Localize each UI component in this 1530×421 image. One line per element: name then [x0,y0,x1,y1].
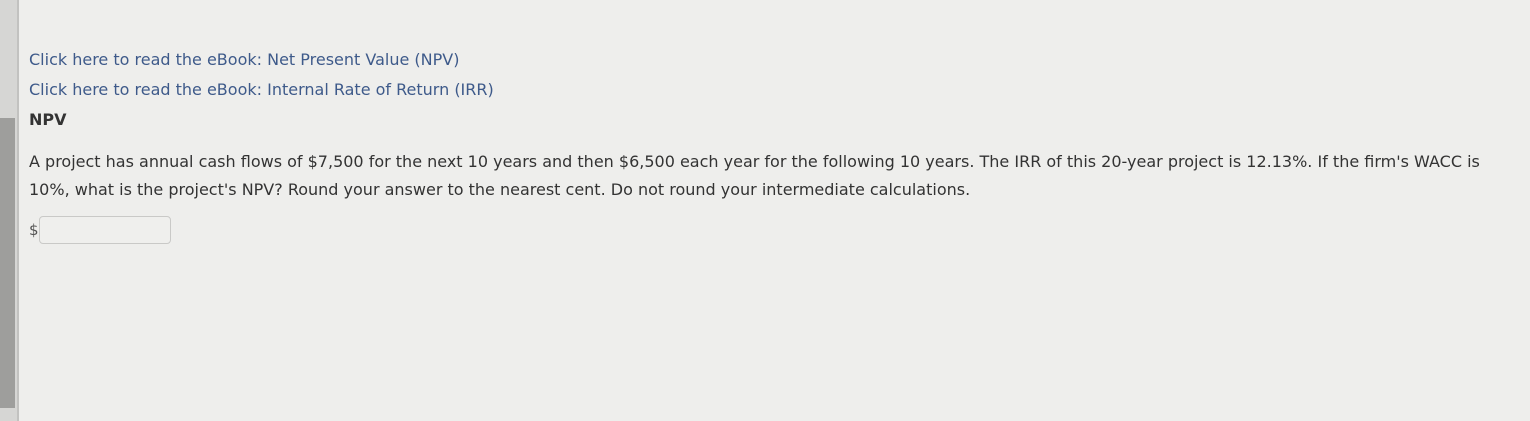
ebook-link-irr[interactable]: Click here to read the eBook: Internal R… [29,80,1524,110]
ebook-link-npv[interactable]: Click here to read the eBook: Net Presen… [29,50,1524,80]
left-rail [0,0,19,421]
question-text: A project has annual cash flows of $7,50… [29,152,1480,199]
left-scroll-bar [0,118,15,408]
npv-answer-input[interactable] [39,216,171,244]
question-panel: Click here to read the eBook: Net Presen… [29,50,1524,244]
currency-symbol: $ [29,221,39,239]
answer-row: $ [29,216,1524,244]
section-heading: NPV [29,110,67,129]
